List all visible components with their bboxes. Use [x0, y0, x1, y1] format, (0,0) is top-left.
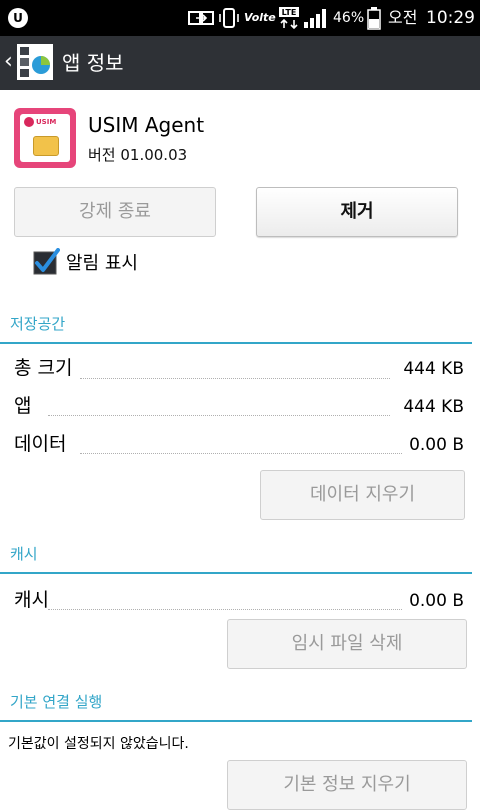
- total-size-value: 444 KB: [403, 359, 464, 379]
- force-stop-button[interactable]: 강제 종료: [14, 187, 216, 237]
- data-size-leader: [80, 452, 402, 454]
- usim-app-icon: USIM: [14, 108, 76, 168]
- app-version: 버전 01.00.03: [88, 146, 188, 164]
- app-size-leader: [48, 414, 390, 416]
- uplus-icon: U: [8, 8, 28, 28]
- clear-data-button[interactable]: 데이터 지우기: [260, 470, 465, 520]
- lte-icon: LTE: [278, 6, 300, 30]
- app-header: USIM USIM Agent 버전 01.00.03: [0, 90, 480, 180]
- cache-size-value: 0.00 B: [409, 591, 464, 611]
- status-ampm: 오전: [388, 8, 418, 27]
- data-size-value: 0.00 B: [409, 435, 464, 455]
- launch-default-note: 기본값이 설정되지 않았습니다.: [8, 736, 189, 752]
- battery-percent: 46%: [333, 10, 365, 26]
- page-title: 앱 정보: [62, 51, 124, 75]
- signal-icon: [302, 6, 330, 30]
- app-size-value: 444 KB: [403, 397, 464, 417]
- data-size-label: 데이터: [14, 433, 67, 455]
- storage-section-title: 저장공간: [10, 315, 66, 333]
- volte-icon: Volte: [244, 11, 276, 24]
- total-size-leader: [80, 377, 390, 379]
- usim-icon-label: USIM: [36, 118, 57, 126]
- cache-size-label: 캐시: [14, 589, 49, 611]
- status-time: 10:29: [426, 8, 475, 28]
- lg-uplus-logo-icon: [24, 117, 34, 127]
- sim-chip-icon: [33, 136, 59, 156]
- svg-text:LTE: LTE: [282, 8, 297, 17]
- launch-default-divider: [0, 720, 472, 722]
- settings-app-icon[interactable]: [16, 43, 54, 81]
- vibrate-icon: [218, 6, 240, 30]
- screen-mirror-icon: [188, 6, 214, 30]
- show-notification-checkbox[interactable]: [32, 248, 60, 276]
- show-notification-label: 알림 표시: [66, 253, 138, 274]
- battery-icon: [366, 6, 382, 30]
- cache-size-leader: [48, 608, 402, 610]
- clear-cache-button[interactable]: 임시 파일 삭제: [227, 619, 467, 669]
- app-size-label: 앱: [14, 395, 32, 417]
- cache-section-title: 캐시: [10, 545, 38, 563]
- uninstall-button[interactable]: 제거: [256, 187, 458, 237]
- app-name: USIM Agent: [88, 113, 205, 137]
- total-size-label: 총 크기: [14, 357, 73, 379]
- cache-divider: [0, 572, 472, 574]
- back-chevron-icon[interactable]: ‹: [4, 50, 13, 74]
- storage-divider: [0, 342, 472, 344]
- status-bar: U Volte LTE 46% 오전 10:29: [0, 0, 480, 36]
- clear-defaults-button[interactable]: 기본 정보 지우기: [227, 760, 467, 810]
- launch-default-section-title: 기본 연결 실행: [10, 693, 103, 711]
- action-bar: ‹ 앱 정보: [0, 36, 480, 90]
